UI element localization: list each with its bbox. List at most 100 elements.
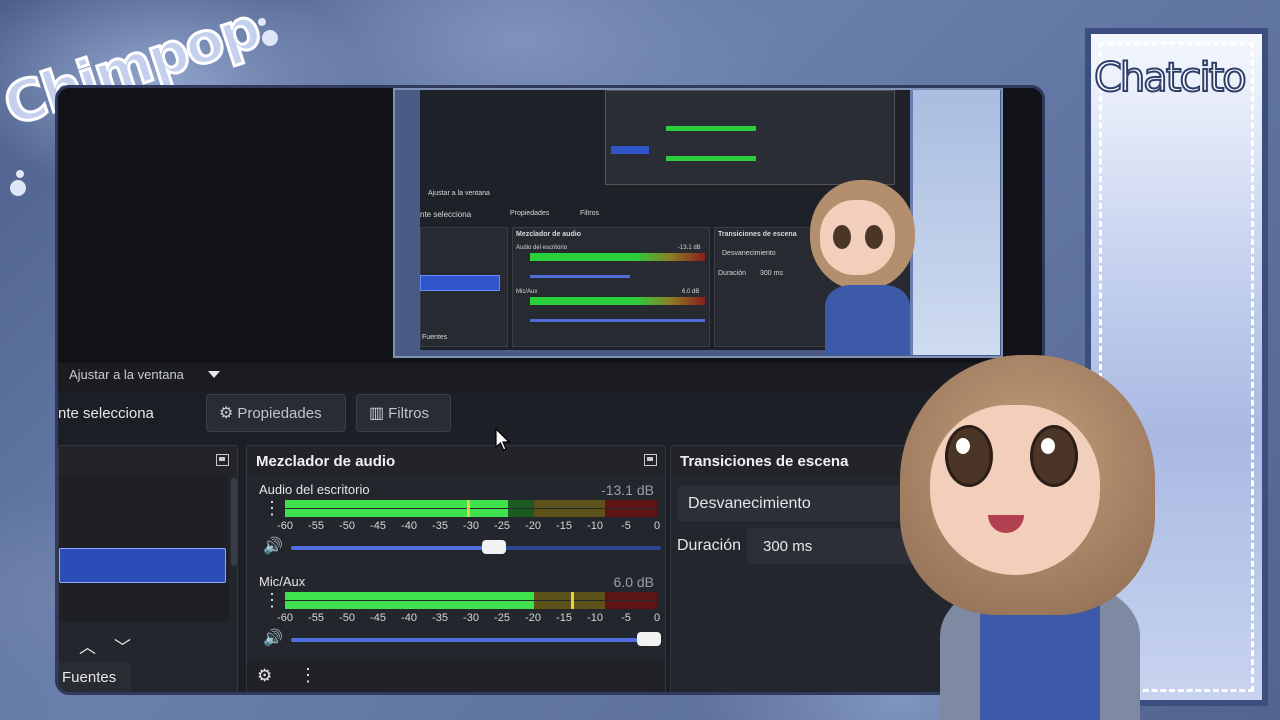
preview-toolbar: [58, 363, 1042, 391]
properties-button[interactable]: ⚙ Propiedades: [206, 394, 346, 432]
vtuber-avatar: [900, 355, 1160, 720]
scale-tick-label: -50: [339, 520, 355, 532]
scene-order-controls: ︿ ﹀: [79, 633, 131, 658]
nested-ch2-name: Mic/Aux: [516, 289, 538, 295]
scenes-scrollbar[interactable]: [231, 478, 237, 566]
volume-slider-knob[interactable]: [481, 540, 506, 554]
scale-tick-label: -60: [277, 520, 293, 532]
mixer-footer: ⚙ ⋮: [247, 660, 665, 692]
gear-icon: ⚙: [219, 405, 234, 422]
scale-tick-label: -5: [621, 612, 631, 624]
kebab-menu-icon[interactable]: ⋮: [299, 665, 317, 686]
meter-scale: -60 -55 -50 -45 -40 -35 -30 -25 -20 -15 -10 -5 0: [277, 520, 661, 532]
scale-tick-label: 0: [653, 612, 661, 624]
scale-tick-label: -10: [587, 612, 603, 624]
fit-to-window-label[interactable]: Ajustar a la ventana: [69, 367, 184, 382]
nested-ch1-name: Audio del escritorio: [516, 245, 568, 251]
nested-duration-value: 300 ms: [760, 270, 783, 277]
transitions-title: Transiciones de escena: [680, 452, 849, 470]
avatar-eye-right: [1030, 425, 1078, 487]
audio-mixer-title: Mezclador de audio: [256, 452, 396, 470]
properties-label: Propiedades: [237, 404, 322, 422]
kebab-menu-icon[interactable]: ⋮: [263, 499, 281, 517]
scale-tick-label: -30: [463, 520, 479, 532]
channel-db: -13.1 dB: [601, 482, 654, 498]
volume-slider[interactable]: [291, 632, 661, 646]
scale-tick-label: -25: [494, 612, 510, 624]
speaker-icon[interactable]: 🔊: [263, 628, 283, 648]
nested-selection-label: nte selecciona: [420, 210, 472, 219]
channel-name: Mic/Aux: [259, 574, 306, 589]
scale-tick-label: -20: [525, 520, 541, 532]
volume-slider[interactable]: [291, 540, 661, 554]
speaker-icon[interactable]: 🔊: [263, 536, 283, 556]
nested-ch1-meter: [530, 253, 705, 261]
scale-tick-label: 0: [653, 520, 661, 532]
scenes-dock-header: [59, 446, 237, 476]
audio-mixer-header: Mezclador de audio: [247, 446, 665, 476]
scale-tick-label: -35: [432, 612, 448, 624]
decor-dot: [16, 170, 24, 178]
scale-tick-label: -30: [463, 612, 479, 624]
scale-tick-label: -60: [277, 612, 293, 624]
nested-chat-strip: [910, 90, 1000, 355]
volume-meter: [285, 592, 657, 610]
move-down-icon[interactable]: ﹀: [114, 633, 131, 658]
mixer-channel-desktop: Audio del escritorio -13.1 dB ⋮ -60 -55 -5…: [255, 482, 661, 562]
scale-tick-label: -25: [494, 520, 510, 532]
audio-mixer-dock: Mezclador de audio Audio del escritorio …: [246, 445, 666, 692]
volume-meter: [285, 500, 657, 518]
filters-label: Filtros: [388, 404, 429, 422]
decor-dot: [10, 180, 26, 196]
channel-db: 6.0 dB: [613, 574, 654, 590]
scale-tick-label: -20: [525, 612, 541, 624]
move-up-icon[interactable]: ︿: [79, 633, 96, 658]
gear-icon[interactable]: ⚙: [257, 666, 272, 686]
scale-tick-label: -40: [401, 612, 417, 624]
nested-ch2-slider: [530, 319, 705, 322]
nested-ch1-db: -13.1 dB: [678, 245, 701, 251]
nested-ch2-db: 6.0 dB: [682, 289, 700, 295]
nested-tab-label: Fuentes: [422, 334, 448, 341]
kebab-menu-icon[interactable]: ⋮: [263, 591, 281, 609]
transition-select[interactable]: Desvanecimiento: [677, 486, 927, 521]
scenes-dock: ︿ ﹀ Fuentes: [58, 445, 238, 692]
avatar-eye-left: [945, 425, 993, 487]
nested-mini-window: [605, 90, 895, 185]
scale-tick-label: -55: [308, 612, 324, 624]
scale-tick-label: -15: [556, 612, 572, 624]
scale-tick-label: -45: [370, 520, 386, 532]
scale-tick-label: -15: [556, 520, 572, 532]
scale-tick-label: -35: [432, 520, 448, 532]
tab-sources[interactable]: Fuentes: [59, 662, 131, 692]
decor-dot: [262, 30, 278, 46]
nested-duration-label: Duración: [718, 270, 747, 277]
scale-tick-label: -5: [621, 520, 631, 532]
decor-dot: [258, 18, 266, 26]
scale-tick-label: -10: [587, 520, 603, 532]
scale-tick-label: -40: [401, 520, 417, 532]
scenes-list[interactable]: [59, 476, 229, 622]
undock-icon[interactable]: [644, 454, 657, 466]
chat-panel-title: Chatcito: [1093, 54, 1248, 102]
nested-filters-label: Filtros: [580, 210, 600, 217]
nested-fit-label: Ajustar a la ventana: [428, 190, 490, 197]
nested-mixer-title: Mezclador de audio: [516, 231, 581, 238]
scene-item-selected[interactable]: [59, 548, 226, 583]
volume-slider-knob[interactable]: [637, 632, 661, 646]
chevron-down-icon[interactable]: [208, 371, 220, 378]
nested-ch1-slider: [530, 275, 630, 278]
filter-icon: ▥: [369, 405, 385, 422]
filters-button[interactable]: ▥ Filtros: [356, 394, 451, 432]
source-selection-label: nte selecciona: [58, 405, 154, 422]
mixer-channel-mic: Mic/Aux 6.0 dB ⋮ -60 -55 -5 0 -45 -40 -35 -30 -2…: [255, 574, 661, 654]
nested-transition-value: Desvanecimiento: [722, 250, 776, 257]
duration-label: Duración: [677, 537, 742, 554]
undock-icon[interactable]: [216, 454, 229, 466]
channel-name: Audio del escritorio: [259, 482, 370, 497]
nested-ch2-meter: [530, 297, 705, 305]
vtuber-avatar-mini: [785, 175, 915, 355]
nested-scene-selected: [420, 275, 500, 291]
scale-tick-label: -55: [308, 520, 324, 532]
scale-tick-label: -45: [370, 612, 386, 624]
